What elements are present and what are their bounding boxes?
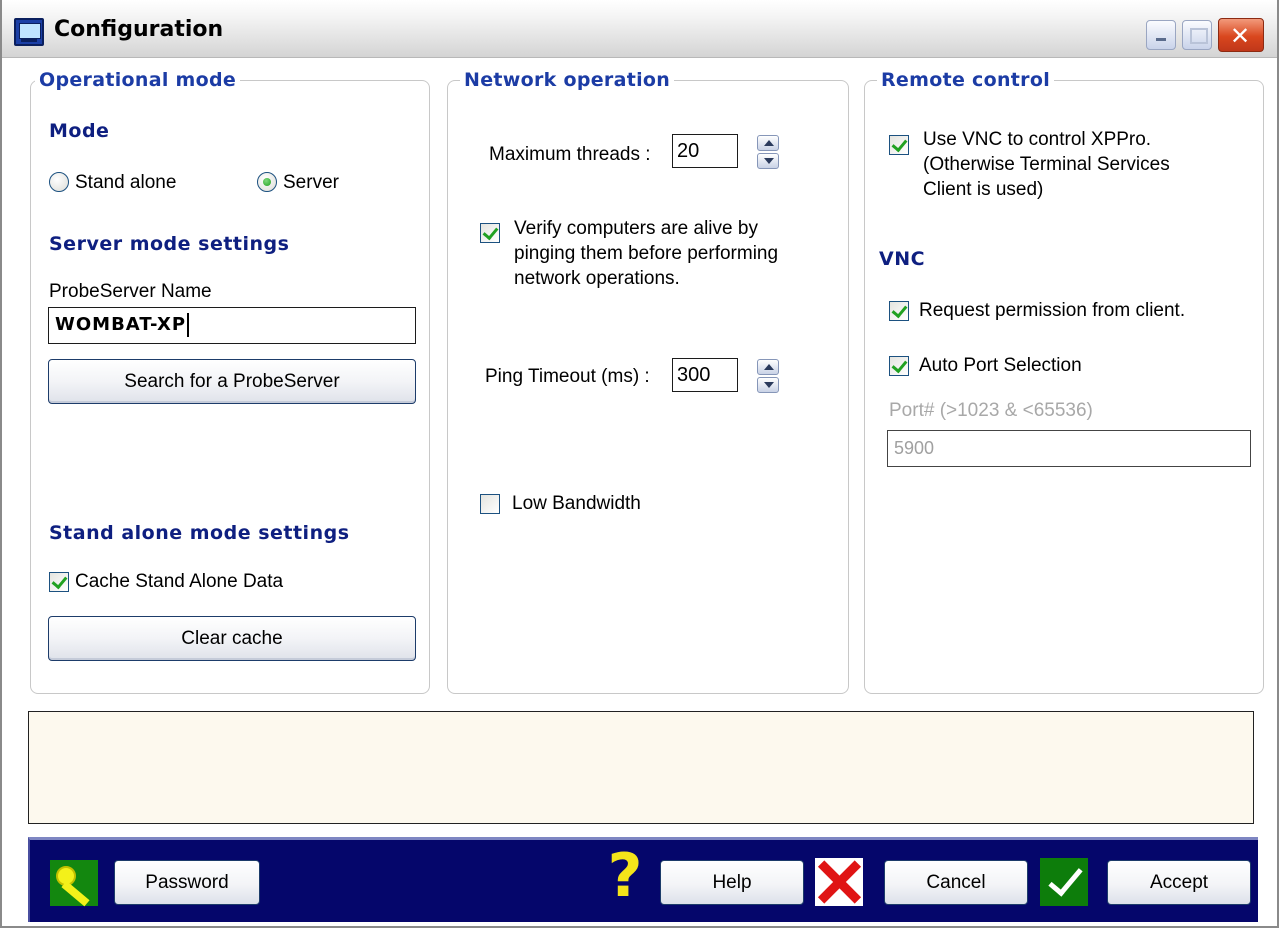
max-threads-input[interactable]: 20 [672, 134, 738, 168]
spin-down-icon[interactable] [757, 153, 779, 169]
status-panel [28, 711, 1254, 824]
cache-standalone-label[interactable]: Cache Stand Alone Data [75, 571, 283, 593]
vnc-heading: VNC [879, 248, 926, 270]
probeserver-name-input[interactable]: WOMBAT-XP [48, 307, 416, 344]
spin-down-icon[interactable] [757, 377, 779, 393]
password-button[interactable]: Password [114, 860, 260, 905]
window-title: Configuration [54, 17, 224, 42]
max-threads-spinner[interactable] [757, 135, 779, 169]
remote-control-legend: Remote control [877, 69, 1055, 91]
network-operation-group: Network operation Maximum threads : 20 V… [447, 69, 849, 694]
question-mark-icon: ? [607, 841, 643, 911]
search-probeserver-button[interactable]: Search for a ProbeServer [48, 359, 416, 404]
network-operation-legend: Network operation [460, 69, 675, 91]
configuration-window: Configuration ✕ Operational mode Mode St… [0, 0, 1279, 928]
maximize-button[interactable] [1182, 20, 1212, 50]
probeserver-name-label: ProbeServer Name [49, 281, 212, 302]
green-check-icon [1040, 858, 1088, 906]
bottom-action-bar: Password ? Help Cancel Accept [28, 837, 1258, 922]
verify-alive-line3[interactable]: network operations. [514, 268, 680, 290]
use-vnc-line3[interactable]: Client is used) [923, 179, 1043, 201]
divider [47, 499, 417, 500]
spin-up-icon[interactable] [757, 135, 779, 151]
use-vnc-line2[interactable]: (Otherwise Terminal Services [923, 154, 1170, 176]
verify-alive-line2[interactable]: pinging them before performing [514, 243, 778, 265]
port-input: 5900 [887, 430, 1251, 467]
clear-cache-button[interactable]: Clear cache [48, 616, 416, 661]
spin-up-icon[interactable] [757, 359, 779, 375]
port-label: Port# (>1023 & <65536) [889, 400, 1093, 421]
low-bandwidth-label[interactable]: Low Bandwidth [512, 493, 641, 515]
server-mode-heading: Server mode settings [49, 233, 290, 255]
key-icon [50, 860, 98, 906]
max-threads-label: Maximum threads : [489, 144, 651, 165]
red-x-icon [815, 858, 863, 906]
cache-standalone-checkbox[interactable] [49, 572, 69, 592]
auto-port-checkbox[interactable] [889, 356, 909, 376]
standalone-radio-label[interactable]: Stand alone [75, 172, 176, 194]
computer-icon [14, 18, 44, 46]
close-icon: ✕ [1230, 22, 1251, 50]
mode-heading: Mode [49, 120, 110, 142]
low-bandwidth-checkbox[interactable] [480, 494, 500, 514]
standalone-mode-heading: Stand alone mode settings [49, 522, 350, 544]
ping-timeout-input[interactable]: 300 [672, 358, 738, 392]
cancel-button[interactable]: Cancel [884, 860, 1028, 905]
use-vnc-checkbox[interactable] [889, 135, 909, 155]
auto-port-label[interactable]: Auto Port Selection [919, 355, 1082, 377]
request-permission-label[interactable]: Request permission from client. [919, 300, 1185, 322]
accept-button[interactable]: Accept [1107, 860, 1251, 905]
request-permission-checkbox[interactable] [889, 301, 909, 321]
divider [879, 226, 1253, 227]
server-radio[interactable] [257, 172, 277, 192]
use-vnc-line1[interactable]: Use VNC to control XPPro. [923, 129, 1151, 151]
minimize-button[interactable] [1146, 20, 1176, 50]
server-radio-label[interactable]: Server [283, 172, 339, 194]
verify-alive-line1[interactable]: Verify computers are alive by [514, 218, 758, 240]
title-bar[interactable]: Configuration ✕ [2, 0, 1277, 58]
verify-alive-checkbox[interactable] [480, 223, 500, 243]
help-button[interactable]: Help [660, 860, 804, 905]
standalone-radio[interactable] [49, 172, 69, 192]
close-button[interactable]: ✕ [1218, 18, 1264, 52]
ping-timeout-spinner[interactable] [757, 359, 779, 393]
remote-control-group: Remote control Use VNC to control XPPro.… [864, 69, 1264, 694]
operational-mode-legend: Operational mode [35, 69, 241, 91]
ping-timeout-label: Ping Timeout (ms) : [485, 366, 650, 387]
divider [47, 210, 417, 211]
operational-mode-group: Operational mode Mode Stand alone Server… [30, 69, 430, 694]
